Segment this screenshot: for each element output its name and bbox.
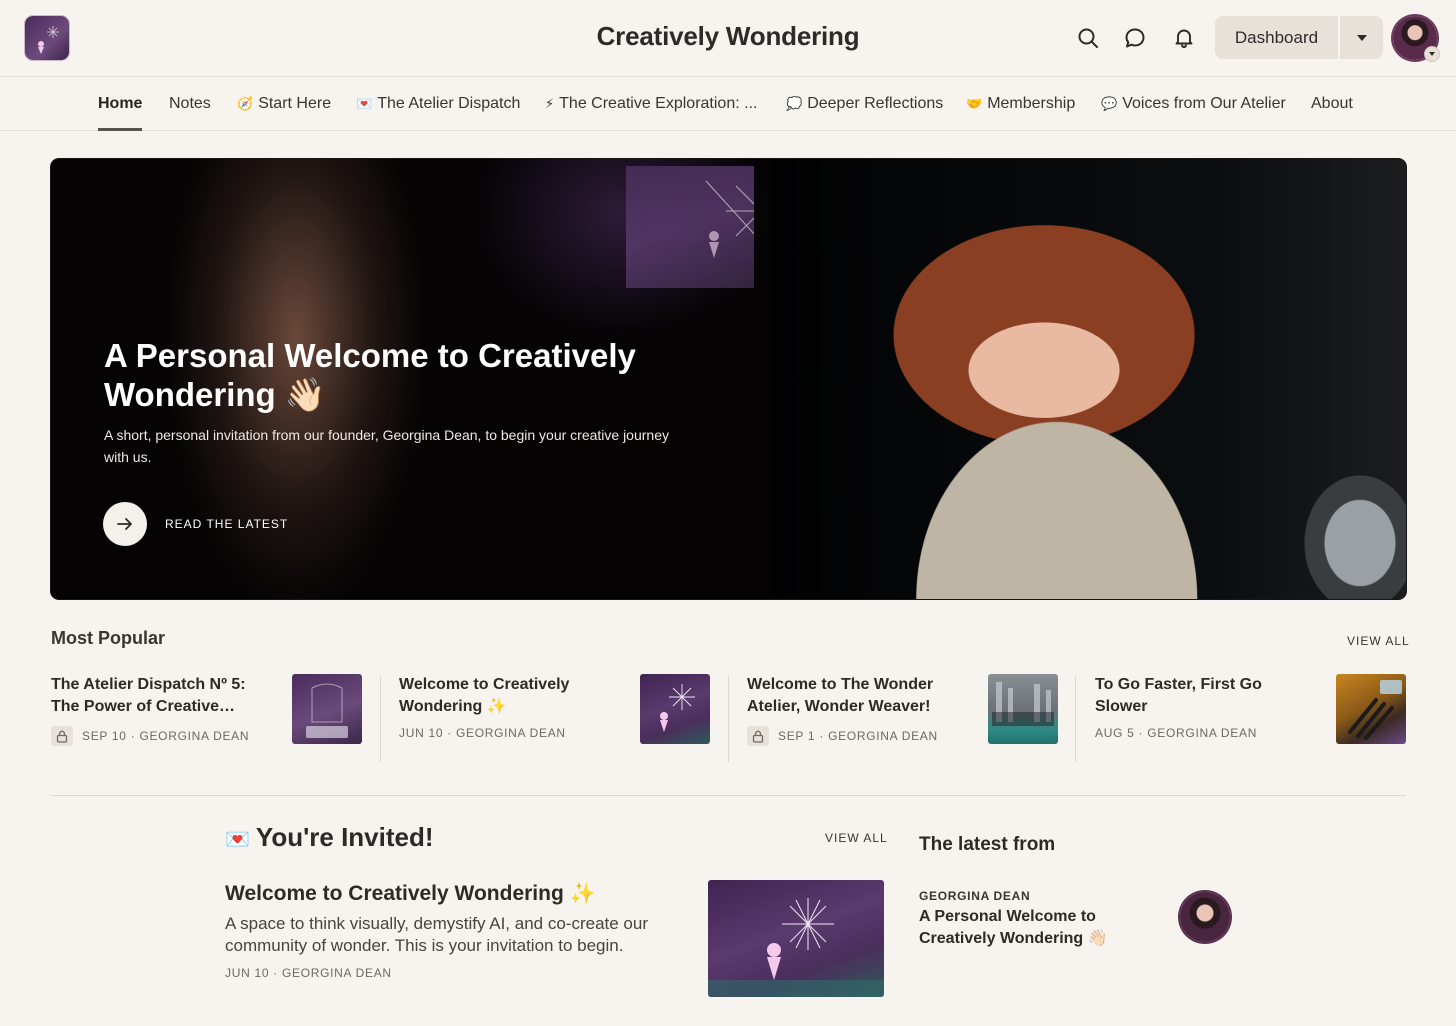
caret-down-icon — [1356, 34, 1367, 41]
hero-description: A short, personal invitation from our fo… — [104, 427, 669, 465]
most-popular-heading: Most Popular — [51, 628, 166, 648]
invited-view-all[interactable]: VIEW ALL — [825, 831, 888, 845]
love-letter-icon: 💌 — [225, 829, 250, 851]
read-latest-button[interactable] — [103, 502, 147, 546]
popular-post-card[interactable]: Welcome to The Wonder Atelier, Wonder We… — [747, 674, 1059, 762]
nav-atelier-dispatch[interactable]: 💌 The Atelier Dispatch — [356, 95, 520, 113]
lightning-icon: ⚡ — [545, 96, 555, 111]
nav-notes[interactable]: Notes — [169, 95, 211, 113]
arrow-right-icon — [117, 518, 132, 530]
popular-divider — [1075, 676, 1076, 762]
popular-post-thumbnail-go-slower[interactable] — [1336, 674, 1406, 744]
invited-heading: 💌 You're Invited! — [225, 822, 434, 852]
active-tab-indicator — [98, 128, 142, 131]
latest-post-title[interactable]: A Personal Welcome to Creatively Wonderi… — [919, 906, 1159, 950]
popular-post-thumbnail-atelier-dispatch[interactable] — [292, 674, 362, 744]
hero-microphone — [1291, 459, 1406, 599]
nav-about[interactable]: About — [1311, 95, 1353, 113]
dashboard-button[interactable]: Dashboard — [1215, 16, 1338, 59]
hero-starburst-image — [626, 166, 796, 288]
lock-icon — [747, 726, 769, 746]
popular-post-card[interactable]: To Go Faster, First Go Slower AUG 5 · GE… — [1095, 674, 1407, 762]
nav-start-here[interactable]: 🧭 Start Here — [237, 95, 331, 113]
popular-post-title[interactable]: Welcome to Creatively Wondering ✨ — [399, 674, 613, 718]
nav-deeper-reflections[interactable]: 💭 Deeper Reflections — [786, 95, 943, 113]
popular-post-title[interactable]: Welcome to The Wonder Atelier, Wonder We… — [747, 674, 961, 718]
section-divider — [51, 795, 1406, 796]
popular-divider — [728, 676, 729, 762]
popular-post-meta: SEP 10 · GEORGINA DEAN — [51, 726, 249, 746]
latest-from-heading: The latest from — [919, 834, 1056, 855]
site-logo[interactable] — [25, 16, 69, 60]
popular-divider — [380, 676, 381, 762]
bell-icon[interactable] — [1170, 24, 1198, 52]
nav-home[interactable]: Home — [98, 95, 142, 113]
dashboard-menu-caret[interactable] — [1340, 16, 1383, 59]
invited-post-image[interactable] — [708, 880, 884, 997]
popular-post-card[interactable]: The Atelier Dispatch Nº 5: The Power of … — [51, 674, 363, 762]
lock-icon — [51, 726, 73, 746]
invited-post-description: A space to think visually, demystify AI,… — [225, 914, 648, 955]
section-nav: Home Notes 🧭 Start Here 💌 The Atelier Disp… — [0, 78, 1456, 131]
nav-voices[interactable]: 💬 Voices from Our Atelier — [1101, 95, 1286, 113]
popular-post-title[interactable]: The Atelier Dispatch Nº 5: The Power of … — [51, 674, 265, 718]
nav-creative-exploration[interactable]: ⚡ The Creative Exploration: ... — [545, 95, 757, 113]
search-icon[interactable] — [1074, 24, 1102, 52]
love-letter-icon: 💌 — [356, 96, 373, 111]
invited-post-meta: JUN 10 · GEORGINA DEAN — [225, 966, 392, 980]
popular-post-thumbnail-wonder-atelier[interactable] — [988, 674, 1058, 744]
read-latest-label[interactable]: READ THE LATEST — [165, 517, 288, 531]
compass-icon: 🧭 — [237, 96, 254, 111]
popular-post-meta: JUN 10 · GEORGINA DEAN — [399, 726, 566, 740]
thought-bubble-icon: 💭 — [786, 96, 803, 111]
chat-icon[interactable] — [1121, 24, 1149, 52]
popular-post-meta: SEP 1 · GEORGINA DEAN — [747, 726, 938, 746]
invited-post-title[interactable]: Welcome to Creatively Wondering ✨ — [225, 882, 596, 906]
nav-membership[interactable]: 🤝 Membership — [966, 95, 1075, 113]
most-popular-view-all[interactable]: VIEW ALL — [1347, 634, 1410, 648]
chevron-down-icon[interactable] — [1424, 46, 1440, 62]
handshake-icon: 🤝 — [966, 96, 983, 111]
popular-post-meta: AUG 5 · GEORGINA DEAN — [1095, 726, 1258, 740]
hero-title[interactable]: A Personal Welcome to Creatively Wonderi… — [104, 336, 664, 414]
author-avatar[interactable] — [1180, 892, 1230, 942]
popular-post-thumbnail-starburst[interactable] — [640, 674, 710, 744]
site-header: Creatively Wondering Dashboard — [0, 0, 1456, 77]
popular-post-card[interactable]: Welcome to Creatively Wondering ✨ JUN 10… — [399, 674, 711, 762]
latest-author-name[interactable]: GEORGINA DEAN — [919, 889, 1030, 903]
popular-post-title[interactable]: To Go Faster, First Go Slower — [1095, 674, 1309, 718]
speech-bubble-icon: 💬 — [1101, 96, 1118, 111]
